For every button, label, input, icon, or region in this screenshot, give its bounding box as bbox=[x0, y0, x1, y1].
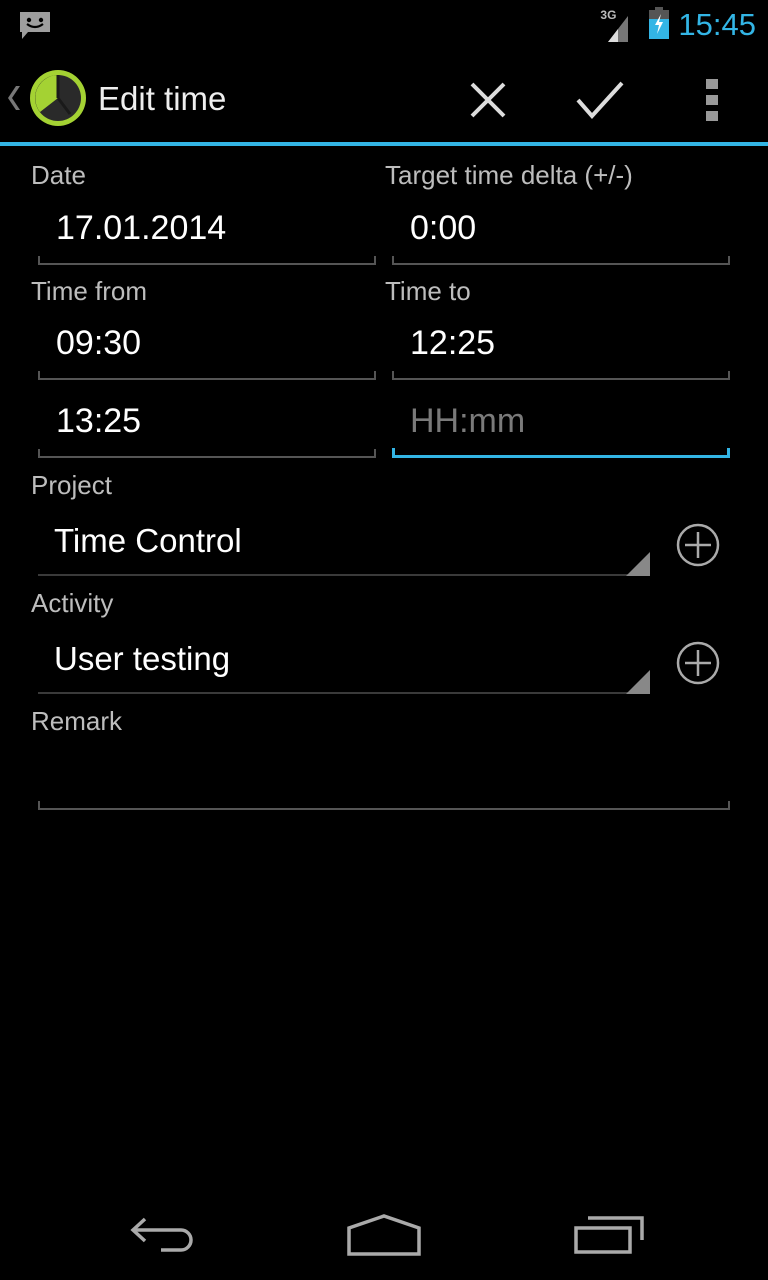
project-label: Project bbox=[31, 470, 112, 500]
add-circle-icon bbox=[676, 523, 720, 567]
dropdown-arrow-icon bbox=[626, 552, 650, 576]
time-from-field-2[interactable]: 13:25 bbox=[38, 398, 376, 458]
add-activity-button[interactable] bbox=[676, 641, 720, 685]
close-icon bbox=[470, 82, 506, 118]
action-bar-divider bbox=[0, 142, 768, 146]
recent-apps-icon bbox=[574, 1216, 644, 1254]
overflow-menu-button[interactable] bbox=[682, 70, 742, 130]
home-icon bbox=[347, 1214, 421, 1256]
add-circle-icon bbox=[676, 641, 720, 685]
navigation-bar bbox=[0, 1180, 768, 1280]
home-button[interactable] bbox=[334, 1200, 434, 1270]
more-vert-icon bbox=[706, 79, 718, 121]
time-from-field-1[interactable]: 09:30 bbox=[38, 320, 376, 380]
target-delta-field[interactable]: 0:00 bbox=[392, 205, 730, 265]
project-spinner[interactable]: Time Control bbox=[38, 516, 650, 576]
time-to-field-2[interactable]: HH:mm bbox=[392, 398, 730, 458]
cancel-button[interactable] bbox=[458, 70, 518, 130]
remark-field[interactable] bbox=[38, 750, 730, 810]
back-button[interactable] bbox=[110, 1200, 210, 1270]
add-project-button[interactable] bbox=[676, 523, 720, 567]
status-bar: 3G 15:45 bbox=[0, 0, 768, 51]
checkmark-icon bbox=[576, 81, 624, 120]
time-to-label: Time to bbox=[385, 276, 471, 306]
clock: 15:45 bbox=[678, 7, 756, 42]
page-title: Edit time bbox=[98, 80, 227, 117]
chat-notification-icon bbox=[18, 10, 52, 47]
activity-label: Activity bbox=[31, 588, 114, 618]
save-button[interactable] bbox=[570, 70, 630, 130]
target-delta-label: Target time delta (+/-) bbox=[385, 160, 633, 190]
back-icon bbox=[130, 1217, 193, 1252]
dropdown-arrow-icon bbox=[626, 670, 650, 694]
date-field[interactable]: 17.01.2014 bbox=[38, 205, 376, 265]
signal-3g-icon: 3G bbox=[600, 8, 640, 42]
activity-spinner[interactable]: User testing bbox=[38, 634, 650, 694]
time-from-label: Time from bbox=[31, 276, 148, 306]
battery-charging-icon bbox=[648, 6, 670, 44]
time-to-field-1[interactable]: 12:25 bbox=[392, 320, 730, 380]
app-clock-icon[interactable] bbox=[28, 68, 88, 133]
up-chevron-icon[interactable] bbox=[6, 84, 22, 117]
remark-label: Remark bbox=[31, 706, 123, 736]
recent-apps-button[interactable] bbox=[560, 1200, 660, 1270]
date-label: Date bbox=[31, 160, 86, 190]
